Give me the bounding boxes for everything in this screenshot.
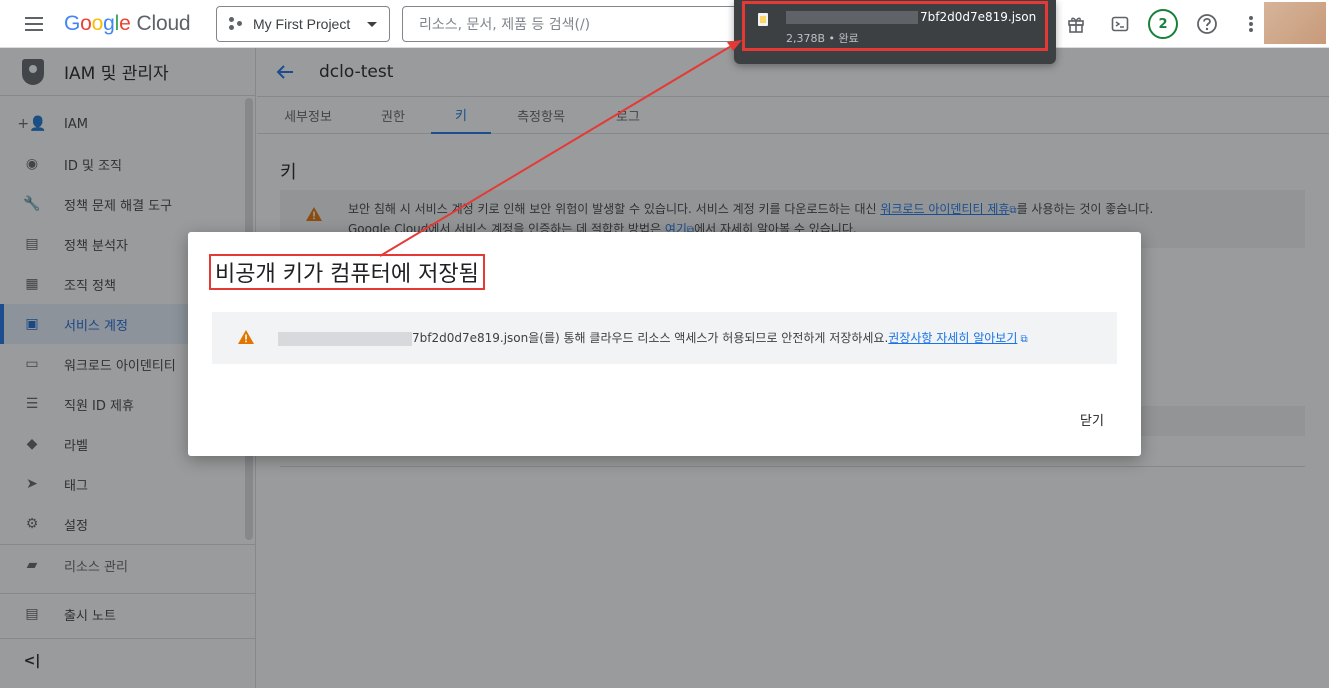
file-icon <box>758 13 768 26</box>
gift-icon[interactable] <box>1062 10 1090 38</box>
notification-badge[interactable]: 2 <box>1148 9 1178 39</box>
avatar[interactable] <box>1264 2 1326 44</box>
dialog-title-highlight: 비공개 키가 컴퓨터에 저장됨 <box>209 254 485 290</box>
download-filename-text: 7bf2d0d7e819.json <box>920 10 1037 24</box>
more-vert-icon[interactable] <box>1237 10 1265 38</box>
dialog-filename: 7bf2d0d7e819.json <box>412 331 529 345</box>
redacted-filename <box>278 331 412 346</box>
project-selector[interactable]: My First Project <box>216 6 390 42</box>
dialog-title: 비공개 키가 컴퓨터에 저장됨 <box>215 262 479 287</box>
project-dots-icon <box>229 17 243 31</box>
download-filename[interactable]: 7bf2d0d7e819.json <box>786 10 1036 24</box>
warning-icon <box>238 330 254 348</box>
menu-icon[interactable] <box>10 0 58 48</box>
external-link-icon: ⧉ <box>1017 334 1028 345</box>
redacted-filename <box>786 11 918 24</box>
dialog-warning-banner: 7bf2d0d7e819.json을(를) 통해 클라우드 리소스 액세스가 허… <box>212 312 1117 364</box>
project-name: My First Project <box>253 16 351 32</box>
dialog-warning-text: 7bf2d0d7e819.json을(를) 통해 클라우드 리소스 액세스가 허… <box>278 329 1028 346</box>
best-practices-link[interactable]: 권장사항 자세히 알아보기 <box>888 331 1017 345</box>
top-bar: Google Cloud My First Project 리소스, 문서, 제품… <box>0 0 1329 48</box>
download-popup[interactable]: 7bf2d0d7e819.json 2,378B • 완료 <box>734 0 1056 64</box>
search-input[interactable]: 리소스, 문서, 제품 등 검색(/) <box>402 6 742 42</box>
download-meta: 2,378B • 완료 <box>786 32 859 45</box>
dialog-message: 을(를) 통해 클라우드 리소스 액세스가 허용되므로 안전하게 저장하세요. <box>528 331 889 345</box>
close-button[interactable]: 닫기 <box>1080 410 1104 429</box>
chevron-down-icon <box>367 22 377 27</box>
search-placeholder: 리소스, 문서, 제품 등 검색(/) <box>419 17 591 33</box>
cloud-shell-icon[interactable] <box>1106 10 1134 38</box>
google-cloud-logo[interactable]: Google Cloud <box>64 12 191 36</box>
help-icon[interactable] <box>1193 10 1221 38</box>
private-key-saved-dialog: 비공개 키가 컴퓨터에 저장됨 7bf2d0d7e819.json을(를) 통해… <box>188 232 1141 456</box>
